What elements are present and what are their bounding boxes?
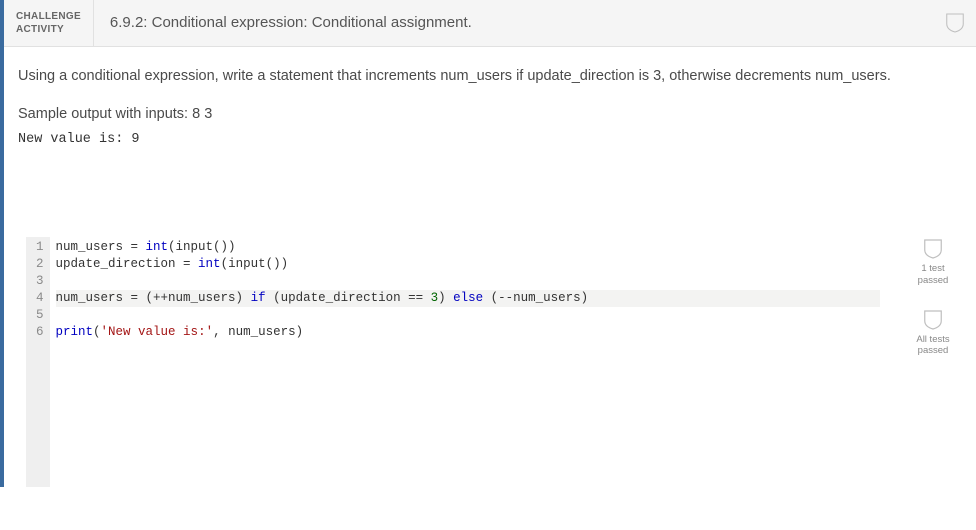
editor-code[interactable]: num_users = int(input()) update_directio…	[50, 237, 886, 487]
test-status-label: 1 test passed	[918, 263, 949, 286]
line-number: 2	[36, 256, 44, 273]
prompt-text: Using a conditional expression, write a …	[18, 65, 962, 88]
code-line: update_direction = int(input())	[56, 256, 880, 273]
test-status-one: 1 test passed	[918, 239, 949, 286]
shield-icon	[924, 310, 942, 330]
code-line: num_users = int(input())	[56, 239, 880, 256]
header-title: 6.9.2: Conditional expression: Condition…	[94, 0, 946, 46]
sample-output-value: New value is: 9	[18, 132, 962, 147]
test-status-sidebar: 1 test passed All tests passed	[904, 237, 962, 357]
activity-body: Using a conditional expression, write a …	[4, 47, 976, 487]
shield-icon	[946, 11, 964, 35]
code-line: print('New value is:', num_users)	[56, 324, 880, 341]
line-number: 6	[36, 324, 44, 341]
code-line	[56, 273, 880, 290]
header-bar: CHALLENGE ACTIVITY 6.9.2: Conditional ex…	[4, 0, 976, 47]
challenge-activity-container: CHALLENGE ACTIVITY 6.9.2: Conditional ex…	[0, 0, 976, 487]
code-line	[56, 307, 880, 324]
header-tag: CHALLENGE ACTIVITY	[4, 0, 94, 46]
code-editor[interactable]: 1 2 3 4 5 6 num_users = int(input()) upd…	[26, 237, 886, 487]
test-status-label: All tests passed	[916, 334, 949, 357]
header-badge	[946, 0, 976, 46]
shield-icon	[924, 239, 942, 259]
line-number: 4	[36, 290, 44, 307]
sample-output-label: Sample output with inputs: 8 3	[18, 106, 962, 122]
code-line-highlight: num_users = (++num_users) if (update_dir…	[56, 290, 880, 307]
line-number: 1	[36, 239, 44, 256]
line-number: 3	[36, 273, 44, 290]
test-status-all: All tests passed	[916, 310, 949, 357]
editor-area: 1 2 3 4 5 6 num_users = int(input()) upd…	[18, 237, 962, 487]
line-number: 5	[36, 307, 44, 324]
editor-gutter: 1 2 3 4 5 6	[26, 237, 50, 487]
